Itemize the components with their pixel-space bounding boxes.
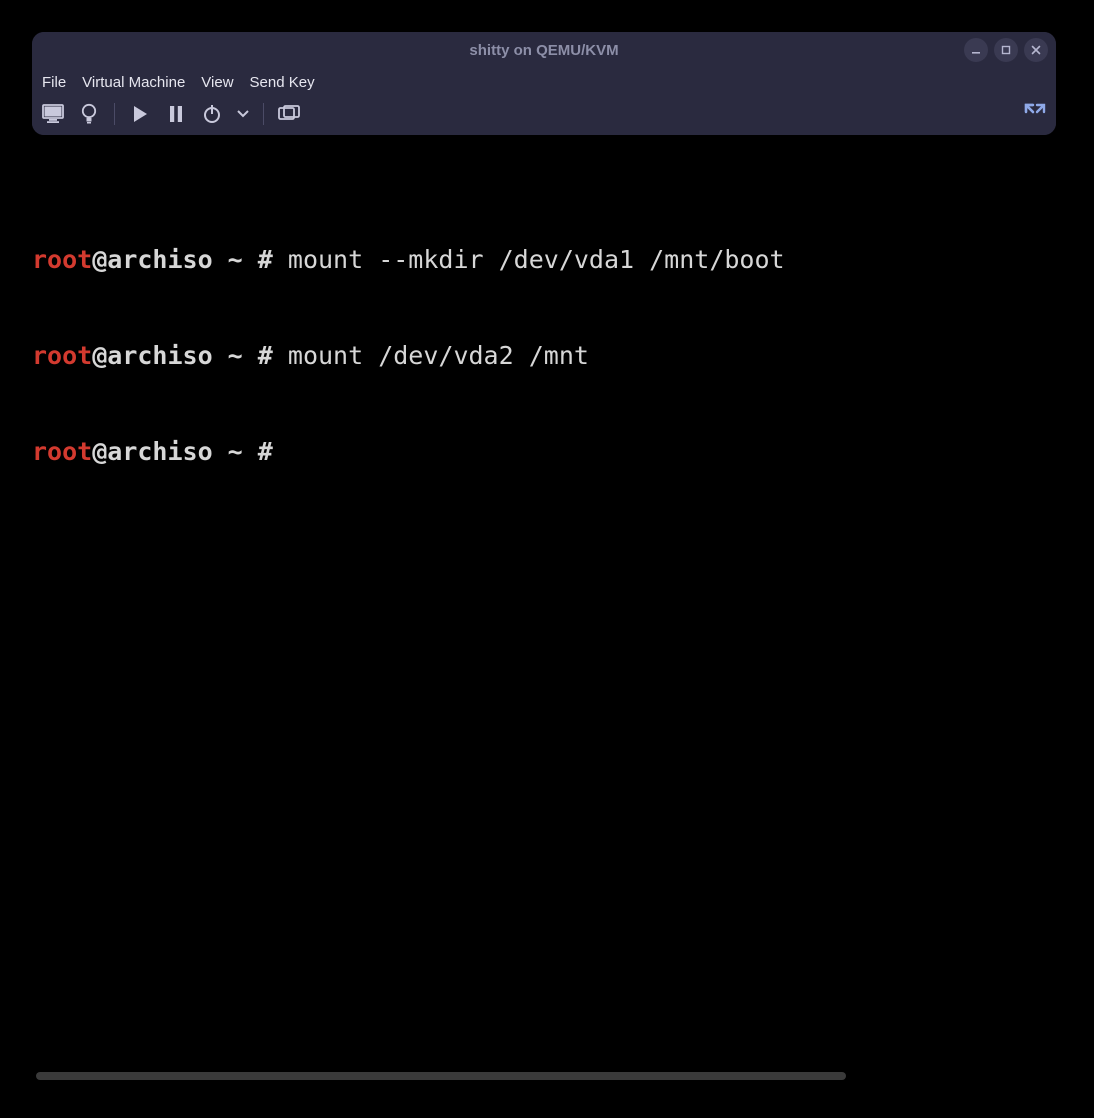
- prompt-user: root: [32, 245, 92, 274]
- menubar: File Virtual Machine View Send Key: [32, 68, 1056, 97]
- maximize-button[interactable]: [994, 38, 1018, 62]
- toolbar: [32, 97, 1056, 135]
- toolbar-separator: [114, 103, 115, 125]
- minimize-button[interactable]: [964, 38, 988, 62]
- prompt-command: mount /dev/vda2 /mnt: [288, 341, 589, 370]
- lightbulb-icon[interactable]: [76, 101, 102, 127]
- prompt-host: @archiso ~ #: [92, 245, 288, 274]
- window-controls: [964, 38, 1048, 62]
- terminal-line: root@archiso ~ # mount /dev/vda2 /mnt: [32, 340, 1056, 372]
- prompt-host: @archiso ~ #: [92, 437, 288, 466]
- toolbar-separator: [263, 103, 264, 125]
- fullscreen-icon[interactable]: [1022, 101, 1048, 127]
- toolbar-group-run: [127, 101, 251, 127]
- terminal-output[interactable]: root@archiso ~ # mount --mkdir /dev/vda1…: [32, 180, 1056, 500]
- pause-icon[interactable]: [163, 101, 189, 127]
- prompt-user: root: [32, 341, 92, 370]
- menu-send-key[interactable]: Send Key: [250, 74, 315, 91]
- toolbar-group-snapshot: [276, 101, 302, 127]
- maximize-icon: [1001, 45, 1011, 55]
- prompt-user: root: [32, 437, 92, 466]
- power-icon[interactable]: [199, 101, 225, 127]
- terminal-line: root@archiso ~ # mount --mkdir /dev/vda1…: [32, 244, 1056, 276]
- prompt-host: @archiso ~ #: [92, 341, 288, 370]
- minimize-icon: [971, 45, 981, 55]
- close-button[interactable]: [1024, 38, 1048, 62]
- close-icon: [1031, 45, 1041, 55]
- vm-window: shitty on QEMU/KVM File Virtual Machine …: [32, 32, 1056, 135]
- monitor-icon[interactable]: [40, 101, 66, 127]
- prompt-command: mount --mkdir /dev/vda1 /mnt/boot: [288, 245, 785, 274]
- toolbar-group-console: [40, 101, 102, 127]
- chevron-down-icon[interactable]: [235, 101, 251, 127]
- play-icon[interactable]: [127, 101, 153, 127]
- titlebar[interactable]: shitty on QEMU/KVM: [32, 32, 1056, 68]
- horizontal-scrollbar[interactable]: [36, 1072, 846, 1080]
- menu-view[interactable]: View: [201, 74, 233, 91]
- menu-file[interactable]: File: [42, 74, 66, 91]
- screenshot-icon[interactable]: [276, 101, 302, 127]
- menu-virtual-machine[interactable]: Virtual Machine: [82, 74, 185, 91]
- terminal-line: root@archiso ~ #: [32, 436, 1056, 468]
- window-title: shitty on QEMU/KVM: [469, 42, 618, 59]
